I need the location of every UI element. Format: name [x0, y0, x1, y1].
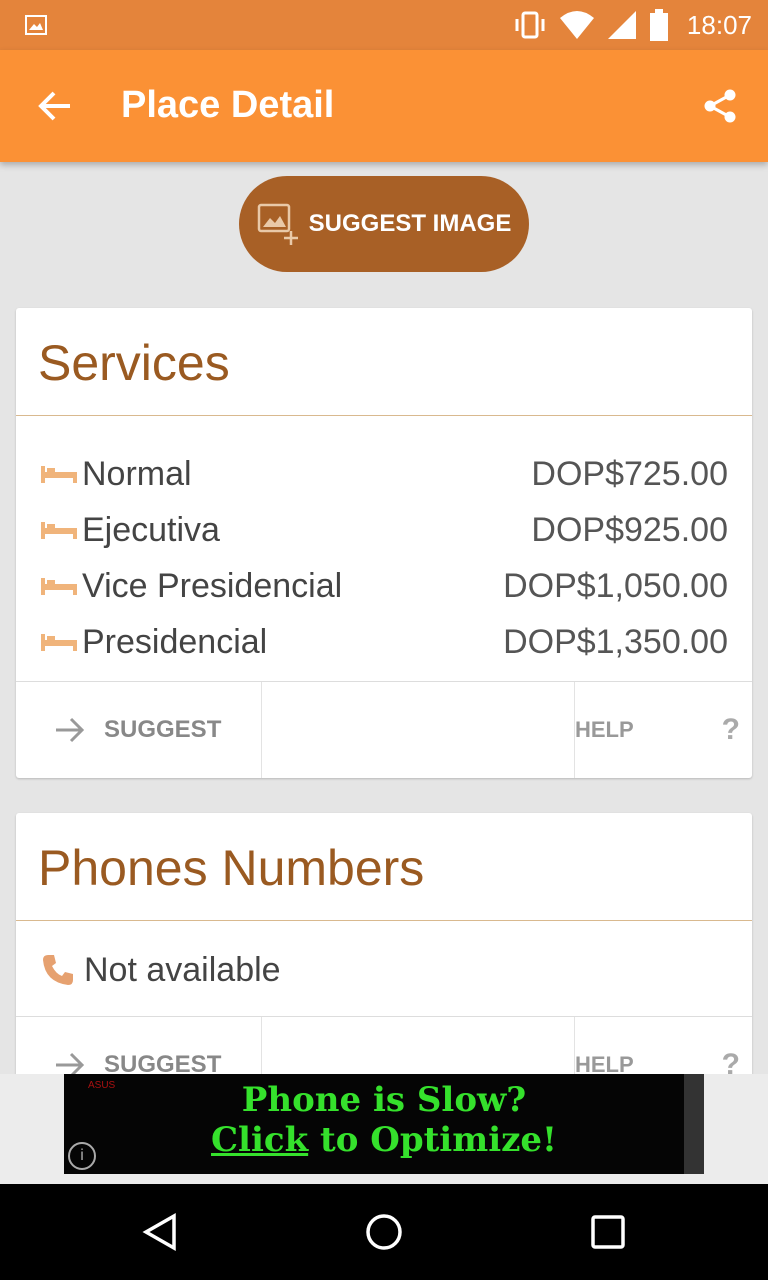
service-price: DOP$1,050.00 — [503, 566, 728, 605]
suggest-label: SUGGEST — [104, 716, 222, 743]
help-label: HELP — [575, 717, 634, 742]
phones-card: Phones Numbers Not available SUGGEST HEL… — [16, 813, 752, 1113]
service-name: Normal — [82, 454, 192, 493]
ad-area: ASUS Phone is Slow? Click to Optimize! i — [0, 1074, 768, 1184]
arrow-back-icon[interactable] — [34, 86, 74, 126]
phone-icon — [43, 955, 73, 985]
ad-headline: Phone is Slow? — [241, 1080, 527, 1120]
services-title: Services — [16, 308, 752, 416]
service-price: DOP$725.00 — [531, 454, 728, 493]
ad-info-icon[interactable]: i — [68, 1142, 96, 1170]
footer-spacer — [262, 682, 575, 778]
phones-title: Phones Numbers — [16, 813, 752, 921]
vibrate-icon — [515, 11, 545, 39]
services-help-button[interactable]: HELP ? — [575, 682, 752, 778]
gallery-icon — [25, 15, 47, 35]
status-bar: 18:07 — [0, 0, 768, 50]
bed-icon — [41, 466, 77, 483]
service-row: Vice Presidencial DOP$1,050.00 — [40, 558, 728, 614]
suggest-image-button[interactable]: SUGGEST IMAGE — [239, 176, 529, 272]
ad-subline-rest: to Optimize! — [308, 1120, 557, 1160]
service-row: Normal DOP$725.00 — [40, 446, 728, 502]
services-card: Services Normal DOP$725.00 Ejecutiva DOP… — [16, 308, 752, 778]
arrow-forward-icon — [56, 717, 85, 743]
page-title: Place Detail — [121, 84, 335, 126]
bed-icon — [41, 634, 77, 651]
status-icons: 18:07 — [513, 0, 752, 50]
phone-value: Not available — [84, 950, 281, 989]
phone-row: Not available — [16, 921, 752, 1019]
wifi-icon — [559, 11, 594, 39]
back-nav-icon[interactable] — [140, 1212, 180, 1252]
share-icon[interactable] — [702, 88, 738, 124]
service-row: Presidencial DOP$1,350.00 — [40, 614, 728, 670]
clock: 18:07 — [686, 9, 752, 40]
ad-edge — [684, 1074, 704, 1174]
services-list: Normal DOP$725.00 Ejecutiva DOP$925.00 V… — [16, 416, 752, 670]
ad-subline: Click to Optimize! — [64, 1120, 704, 1160]
services-footer: SUGGEST HELP ? — [16, 681, 752, 778]
services-suggest-button[interactable]: SUGGEST — [16, 682, 262, 778]
help-mark: ? — [721, 713, 740, 746]
home-nav-icon[interactable] — [364, 1212, 404, 1252]
service-name: Presidencial — [82, 622, 268, 661]
service-price: DOP$1,350.00 — [503, 622, 728, 661]
recents-nav-icon[interactable] — [588, 1212, 628, 1252]
add-image-icon — [257, 203, 298, 245]
navigation-bar — [0, 1184, 768, 1280]
suggest-image-label: SUGGEST IMAGE — [308, 210, 512, 237]
signal-icon — [607, 11, 636, 39]
service-price: DOP$925.00 — [531, 510, 728, 549]
service-name: Ejecutiva — [82, 510, 220, 549]
bed-icon — [41, 578, 77, 595]
battery-icon — [649, 9, 668, 41]
bed-icon — [41, 522, 77, 539]
service-row: Ejecutiva DOP$925.00 — [40, 502, 728, 558]
ad-click-word: Click — [211, 1120, 309, 1160]
app-bar: Place Detail — [0, 50, 768, 162]
ad-banner[interactable]: ASUS Phone is Slow? Click to Optimize! i — [64, 1074, 704, 1174]
service-name: Vice Presidencial — [82, 566, 343, 605]
